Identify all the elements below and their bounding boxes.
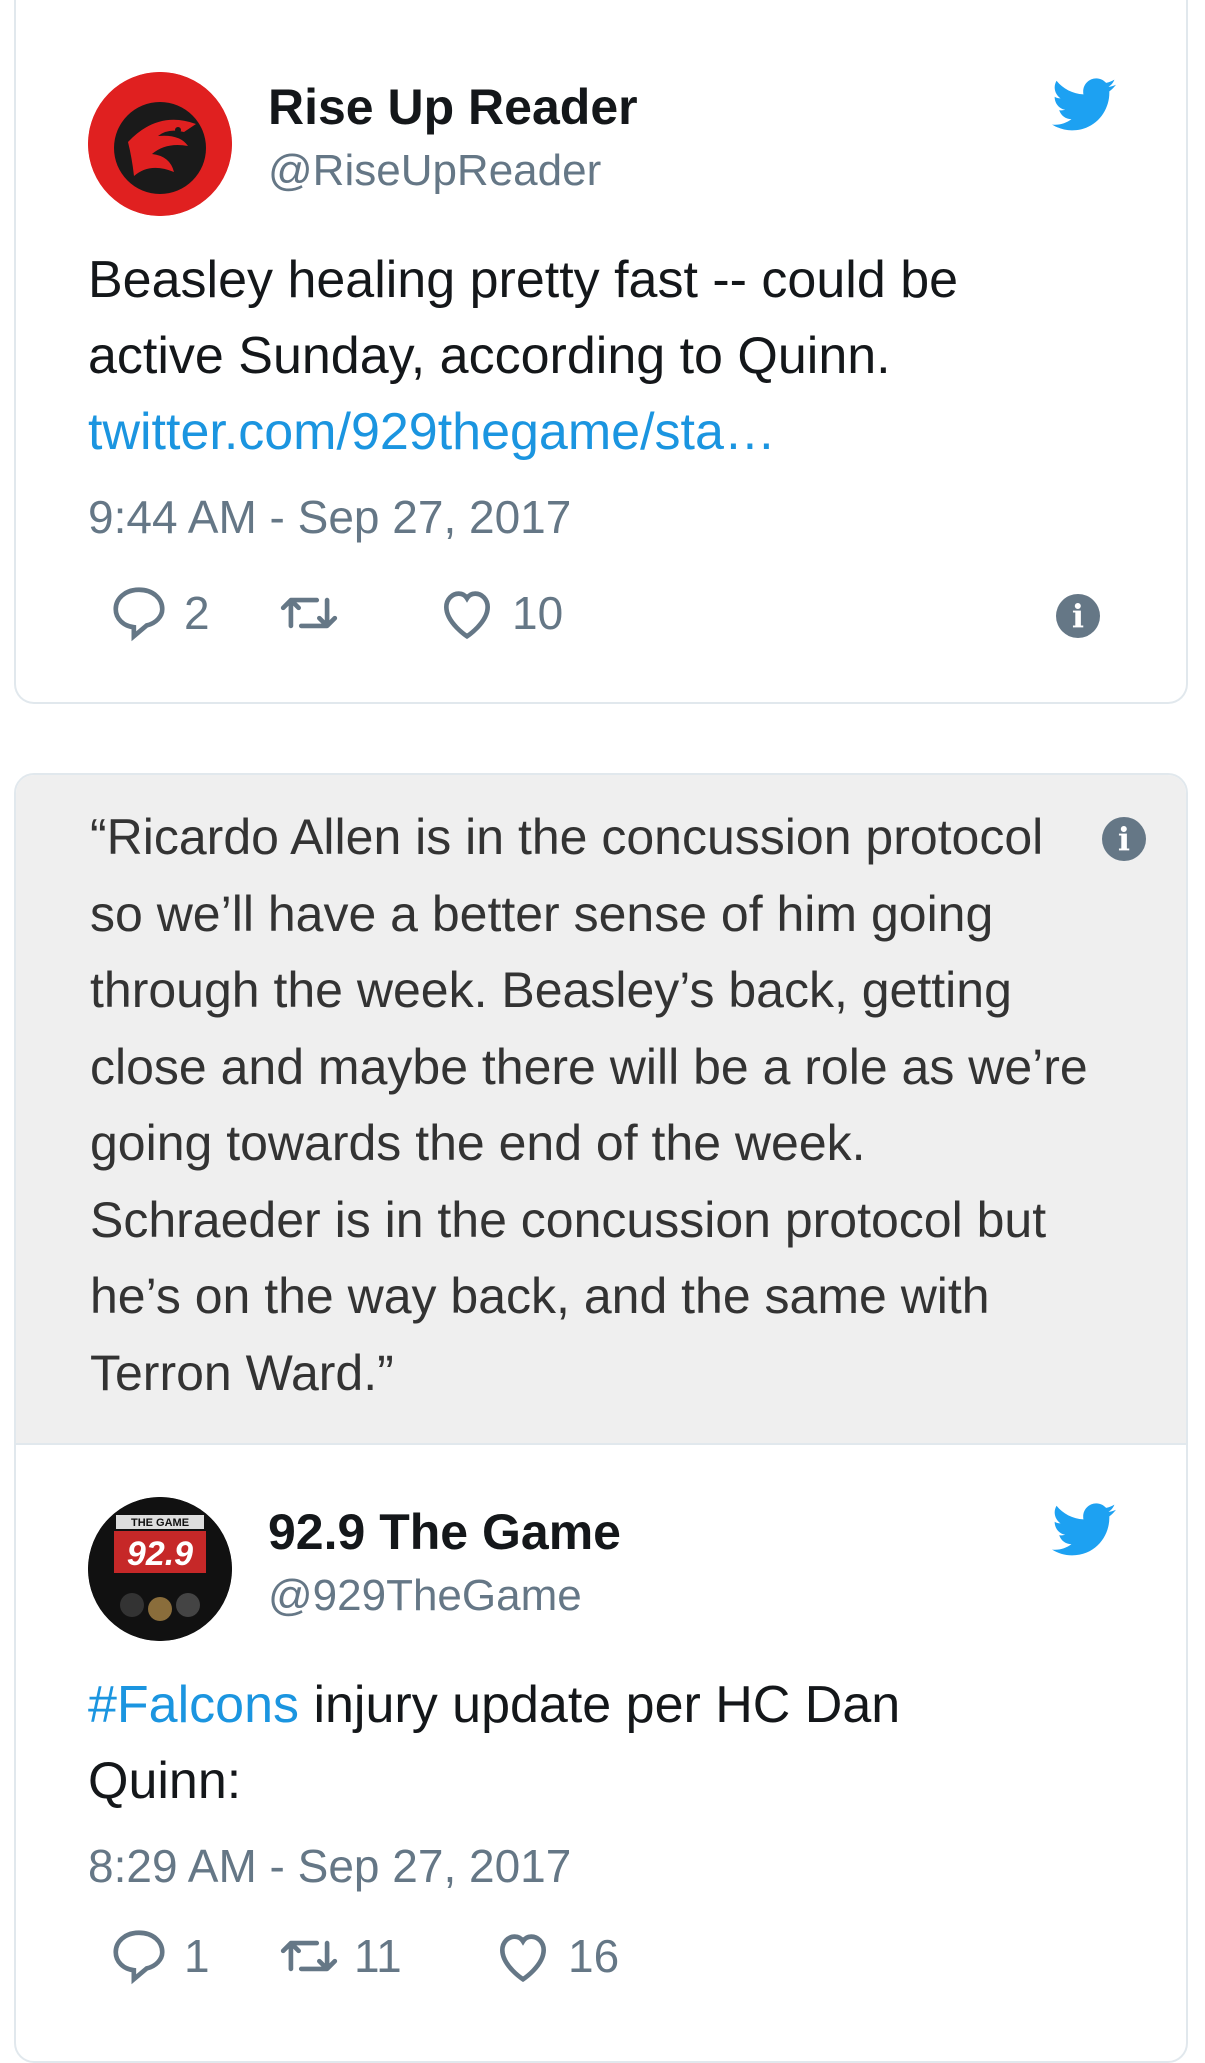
tweet-link[interactable]: twitter.com/929thegame/sta…: [88, 403, 776, 461]
station-logo-icon: THE GAME 92.9: [88, 1497, 232, 1641]
twitter-bird-icon[interactable]: [1052, 78, 1116, 132]
tweet-actions: 1 11 16: [88, 1921, 1118, 1991]
tweet-text: Beasley healing pretty fast -- could be …: [88, 242, 1098, 470]
avatar-929thegame[interactable]: THE GAME 92.9: [88, 1497, 232, 1641]
reply-button[interactable]: 1: [108, 1921, 210, 1991]
like-icon: [500, 1934, 546, 1983]
quote-image[interactable]: “Ricardo Allen is in the concussion prot…: [16, 775, 1186, 1445]
info-icon[interactable]: i: [1056, 594, 1100, 638]
retweet-icon: [280, 1940, 338, 1972]
tweet-timestamp[interactable]: 8:29 AM - Sep 27, 2017: [88, 1839, 571, 1893]
hawk-logo-icon: [88, 72, 232, 216]
tweet-card-riseupreader[interactable]: Rise Up Reader @RiseUpReader Beasley hea…: [14, 0, 1188, 704]
like-count: 16: [568, 1930, 620, 1982]
reply-icon: [113, 1930, 165, 1985]
retweet-button[interactable]: 11: [278, 1921, 402, 1991]
info-icon[interactable]: i: [1102, 817, 1146, 861]
tweet-timestamp[interactable]: 9:44 AM - Sep 27, 2017: [88, 490, 571, 544]
like-icon: [444, 591, 490, 640]
reply-icon: [113, 587, 165, 642]
reply-count: 1: [184, 1930, 210, 1982]
like-button[interactable]: 16: [492, 1921, 619, 1991]
retweet-count: 11: [354, 1930, 402, 1982]
avatar-text: 92.9: [127, 1535, 193, 1573]
tweet-card-929thegame[interactable]: “Ricardo Allen is in the concussion prot…: [14, 773, 1188, 2063]
author-name[interactable]: Rise Up Reader: [268, 78, 638, 136]
avatar-top-text: THE GAME: [131, 1517, 189, 1529]
quote-image-text: “Ricardo Allen is in the concussion prot…: [90, 809, 1088, 1401]
tweet-body: Beasley healing pretty fast -- could be …: [88, 251, 959, 385]
reply-button[interactable]: 2: [108, 578, 210, 648]
tweet-text: #Falcons injury update per HC Dan Quinn:: [88, 1667, 988, 1819]
retweet-button[interactable]: [278, 578, 354, 648]
twitter-bird-icon[interactable]: [1052, 1503, 1116, 1557]
author-name[interactable]: 92.9 The Game: [268, 1503, 621, 1561]
tweet-actions: 2 10: [88, 578, 1118, 648]
like-count: 10: [512, 587, 564, 639]
author-handle[interactable]: @929TheGame: [268, 1571, 582, 1621]
retweet-icon: [280, 597, 338, 629]
author-handle[interactable]: @RiseUpReader: [268, 146, 601, 196]
like-button[interactable]: 10: [436, 578, 563, 648]
avatar-riseupreader[interactable]: [88, 72, 232, 216]
hashtag-falcons[interactable]: #Falcons: [88, 1676, 299, 1734]
reply-count: 2: [184, 587, 210, 639]
